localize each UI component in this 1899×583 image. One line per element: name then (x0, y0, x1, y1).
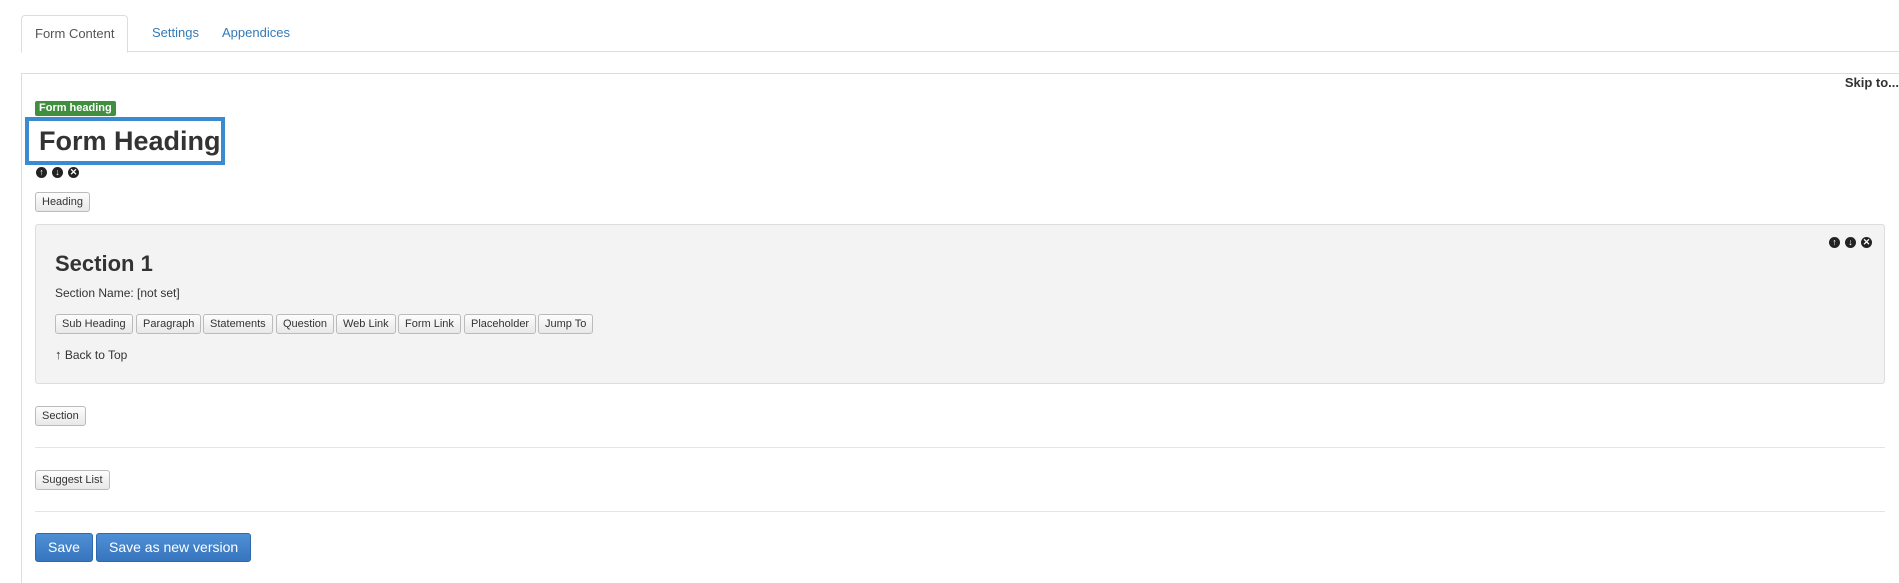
tab-bar: Form Content Settings Appendices (21, 15, 1899, 53)
add-web-link-button[interactable]: Web Link (336, 314, 396, 334)
move-down-icon[interactable]: ↓ (52, 167, 63, 178)
section-1-block: ↑ ↓ ✕ Section 1 Section Name: [not set] … (35, 224, 1885, 384)
add-jump-to-button[interactable]: Jump To (538, 314, 594, 334)
back-to-top-label: Back to Top (64, 348, 128, 362)
skip-to-link[interactable]: Skip to... (1845, 75, 1899, 90)
form-heading-title: Form Heading (39, 126, 221, 156)
divider (35, 511, 1885, 512)
section-name-line: Section Name: [not set] (55, 286, 180, 300)
add-placeholder-button[interactable]: Placeholder (464, 314, 537, 334)
move-up-icon[interactable]: ↑ (36, 167, 47, 178)
delete-icon[interactable]: ✕ (68, 167, 79, 178)
back-to-top-link[interactable]: ↑ Back to Top (55, 347, 127, 362)
tab-settings[interactable]: Settings (139, 15, 212, 52)
form-heading-editable[interactable]: Form Heading (25, 117, 225, 165)
add-section-button[interactable]: Section (35, 406, 86, 426)
save-button[interactable]: Save (35, 533, 93, 562)
add-statements-button[interactable]: Statements (203, 314, 273, 334)
section-title: Section 1 (55, 251, 153, 276)
add-sub-heading-button[interactable]: Sub Heading (55, 314, 133, 334)
section-controls: ↑ ↓ ✕ (1829, 237, 1872, 248)
form-heading-badge: Form heading (35, 101, 116, 116)
add-form-link-button[interactable]: Form Link (398, 314, 461, 334)
add-heading-button[interactable]: Heading (35, 192, 90, 212)
suggest-list-button[interactable]: Suggest List (35, 470, 110, 490)
add-question-button[interactable]: Question (276, 314, 335, 334)
tab-appendices[interactable]: Appendices (209, 15, 303, 52)
arrow-up-icon: ↑ (55, 347, 62, 362)
heading-controls: ↑ ↓ ✕ (36, 167, 79, 178)
move-up-icon[interactable]: ↑ (1829, 237, 1840, 248)
move-down-icon[interactable]: ↓ (1845, 237, 1856, 248)
save-as-new-version-button[interactable]: Save as new version (96, 533, 252, 562)
delete-icon[interactable]: ✕ (1861, 237, 1872, 248)
divider (35, 447, 1885, 448)
tab-form-content[interactable]: Form Content (21, 15, 129, 53)
add-paragraph-button[interactable]: Paragraph (136, 314, 202, 334)
